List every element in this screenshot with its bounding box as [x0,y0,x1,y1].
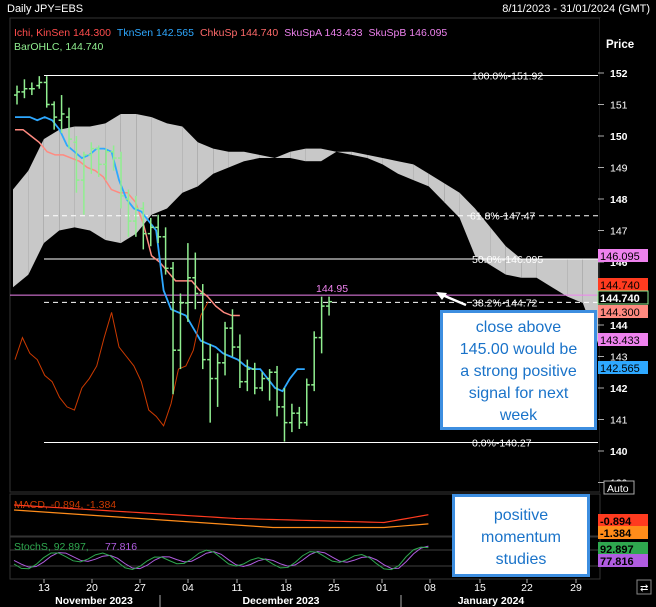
ichimoku-cloud [305,148,321,162]
macd-label: MACD, -0.894, -1.384 [14,499,116,511]
momentum-callout: positive momentum studies [452,494,590,577]
date-tick-label: 08 [424,582,436,594]
callout-line: studies [495,551,547,568]
ichimoku-cloud [90,123,106,240]
legend-item: Ichi, KinSen 144.300 [14,27,111,39]
chart-settings-glyph: ⇄ [640,583,648,594]
callout-line: week [499,407,538,424]
macd-tag-label: -1.384 [600,528,632,540]
stoch-label-second: 77.816 [105,541,137,553]
date-tick-label: 18 [280,582,292,594]
legend-item: ChkuSp 144.740 [200,27,278,39]
reference-line-label: 144.95 [316,283,348,295]
auto-button-label: Auto [607,483,629,495]
ichimoku-cloud [43,129,60,244]
date-tick-label: 20 [86,582,98,594]
fib-level-label: 61.8%-147.47 [470,211,536,223]
price-tag-label: 144.300 [600,307,640,319]
callout-line: momentum [480,529,562,546]
price-tick-label: 148 [610,194,628,206]
ichimoku-cloud [151,117,167,215]
date-tick-label: 22 [521,582,533,594]
legend-item: SkuSpA 143.433 [284,27,362,39]
ichimoku-cloud [59,126,75,231]
price-tag-label: 144.740 [600,280,640,292]
fib-level-label: 50.0%-146.095 [472,254,543,266]
fib-level-label: 0.0%-140.27 [472,437,532,449]
callout-line: 145.00 would be [459,341,578,358]
month-label: December 2023 [242,595,319,607]
callout-line: a strong positive [460,363,577,380]
price-tag-label: 142.565 [600,363,640,375]
date-tick-label: 25 [328,582,340,594]
ichimoku-cloud [567,258,583,303]
legend-item: SkuSpB 146.095 [368,27,447,39]
legend-item: TknSen 142.565 [117,27,194,39]
price-tag-label: 144.740 [600,293,640,305]
price-tick-label: 151 [610,100,628,112]
date-tick-label: 13 [38,582,50,594]
price-tag-label: 146.095 [600,251,640,263]
month-label: November 2023 [55,595,133,607]
price-tick-label: 152 [610,68,628,80]
legend-baruhlc: BarOHLC, 144.740 [14,41,103,53]
callout-line: signal for next [468,385,569,402]
price-tick-label: 147 [610,226,628,238]
date-tick-label: 11 [232,582,243,594]
price-tick-label: 140 [610,446,628,458]
price-tag-label: 143.433 [600,335,640,347]
date-tick-label: 27 [134,582,146,594]
month-label: January 2024 [458,595,525,607]
price-tick-label: 149 [610,163,628,175]
price-tick-label: 144 [610,320,628,332]
main-callout: close above 145.00 would be a strong pos… [440,310,597,430]
price-tick-label: 142 [610,383,628,395]
stoch-tag-label: 77.816 [600,556,634,568]
date-tick-label: 01 [376,582,388,594]
price-tick-label: 141 [610,415,628,427]
fib-level-label: 100.0%-151.92 [472,71,543,83]
date-tick-label: 04 [182,582,194,594]
ichimoku-cloud [13,170,29,288]
stoch-label: StochS, 92.897, [14,541,89,553]
fib-level-label: 38.2%-144.72 [472,297,538,309]
price-axis-label: Price [606,39,634,51]
date-tick-label: 15 [474,582,486,594]
callout-line: close above [475,319,562,336]
callout-line: positive [493,507,549,524]
price-tick-label: 150 [610,131,628,143]
date-tick-label: 29 [570,582,582,594]
